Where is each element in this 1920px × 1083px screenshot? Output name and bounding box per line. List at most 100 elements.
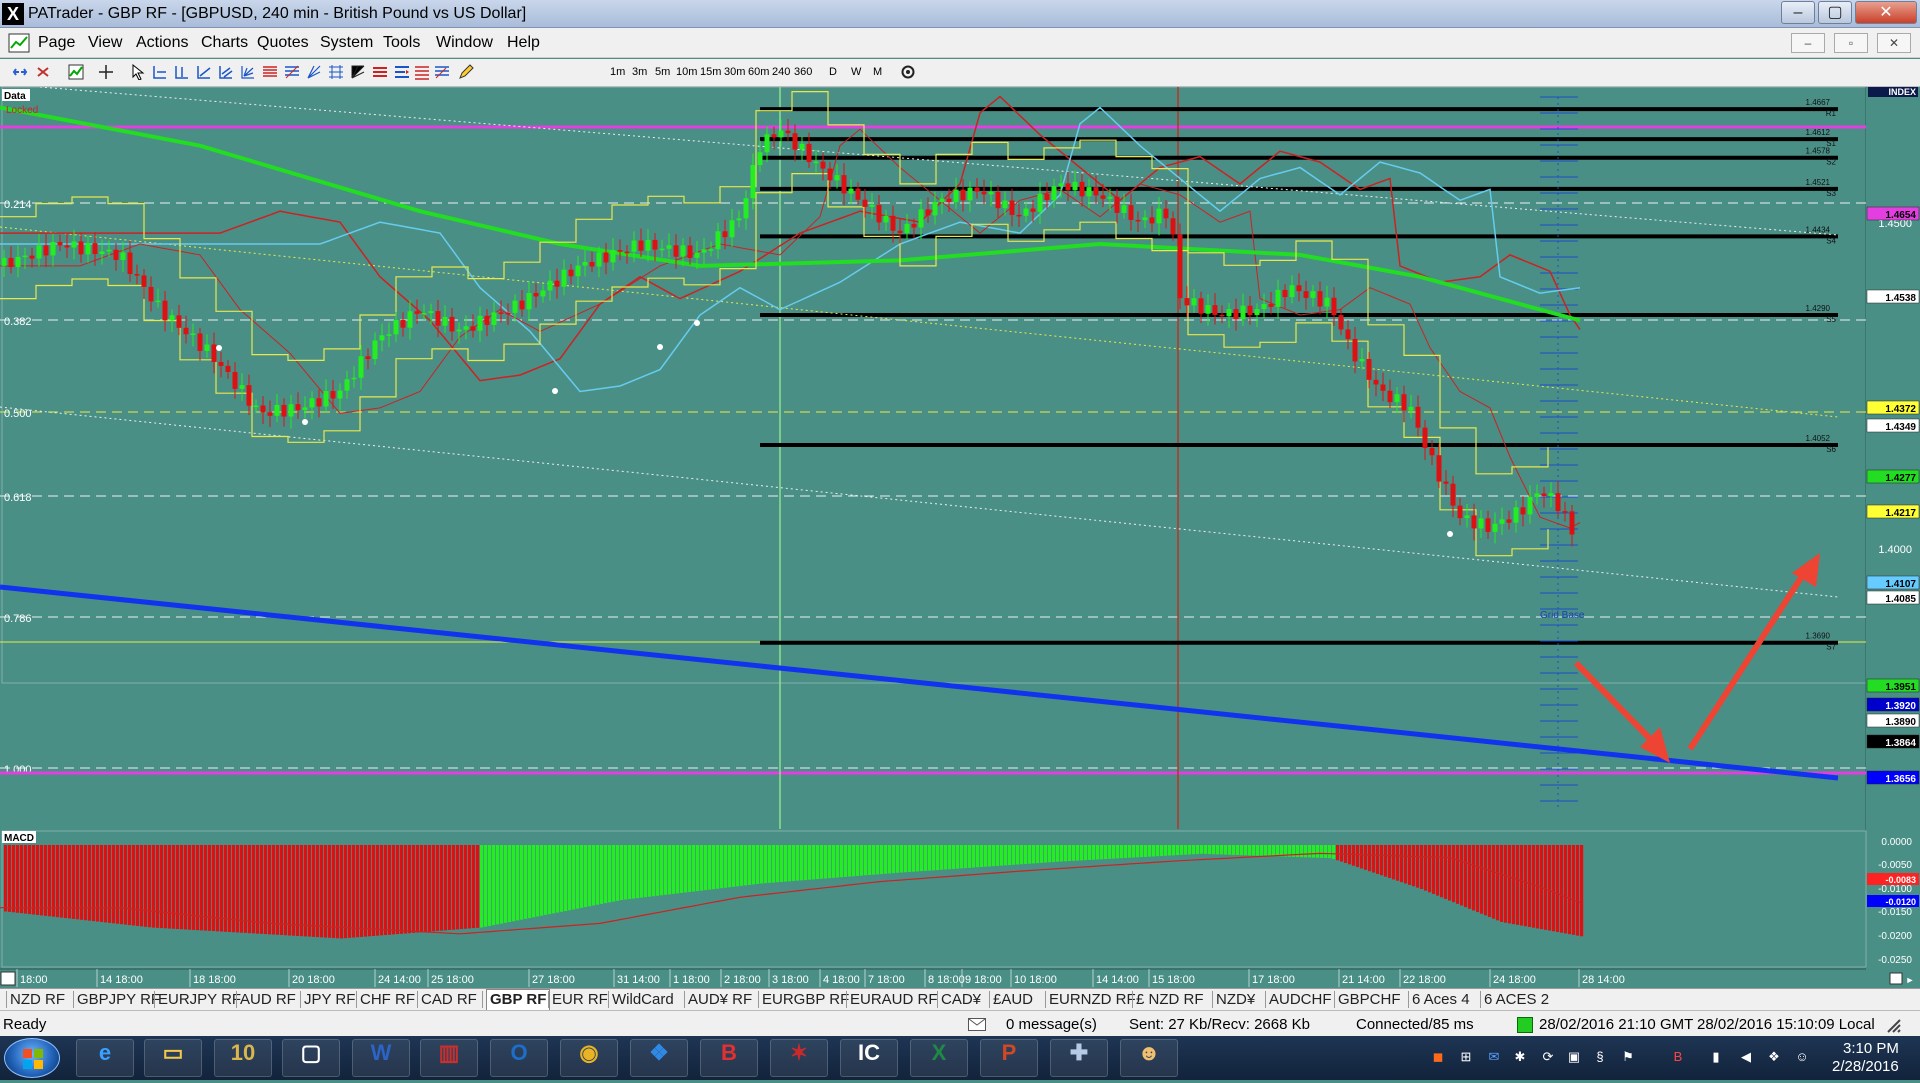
mdi-close-button[interactable]: ✕ bbox=[1877, 33, 1911, 53]
channel-tool-icon[interactable] bbox=[218, 64, 234, 80]
symbol-tab-aud-rf[interactable]: AUD¥ RF bbox=[688, 991, 752, 1008]
mdi-minimize-button[interactable]: – bbox=[1791, 33, 1825, 53]
menu-quotes[interactable]: Quotes bbox=[257, 34, 309, 52]
fib-ext-tool-icon[interactable] bbox=[284, 64, 300, 80]
bluetooth-tray-icon[interactable]: ✱ bbox=[1512, 1049, 1528, 1065]
taskbar-patrader-button[interactable]: ▥ bbox=[420, 1039, 478, 1077]
taskbar-ic-button[interactable]: IC bbox=[840, 1039, 898, 1077]
taskbar-ie-button[interactable]: e bbox=[76, 1039, 134, 1077]
symbol-tab-gbp-rf[interactable]: GBP RF bbox=[486, 989, 551, 1011]
trendline-tool-icon[interactable] bbox=[196, 64, 212, 80]
security-tray-icon[interactable]: § bbox=[1592, 1049, 1608, 1065]
taskbar-word-button[interactable]: W bbox=[352, 1039, 410, 1077]
taskbar-outlook-button[interactable]: O bbox=[490, 1039, 548, 1077]
symbol-tab-audchf[interactable]: AUDCHF bbox=[1269, 991, 1332, 1008]
link-icon[interactable] bbox=[12, 64, 28, 80]
taskbar-window-button[interactable]: ▢ bbox=[282, 1039, 340, 1077]
taskbar-dropbox-button[interactable]: ❖ bbox=[630, 1039, 688, 1077]
symbol-tab-cad[interactable]: CAD¥ bbox=[941, 991, 981, 1008]
pencil-tool-icon[interactable] bbox=[458, 64, 474, 80]
sync-tray-icon[interactable]: ⟳ bbox=[1540, 1049, 1556, 1065]
cursor-icon[interactable] bbox=[130, 64, 146, 80]
menu-tools[interactable]: Tools bbox=[383, 34, 420, 52]
levels-tool-icon[interactable] bbox=[394, 64, 410, 80]
maximize-button[interactable]: ▢ bbox=[1818, 1, 1852, 24]
time-scroll-button[interactable] bbox=[1889, 972, 1903, 985]
menu-actions[interactable]: Actions bbox=[136, 34, 188, 52]
symbol-tab-wildcard[interactable]: WildCard bbox=[612, 991, 674, 1008]
timeframe-360[interactable]: 360 bbox=[794, 66, 812, 78]
timeframe-240[interactable]: 240 bbox=[772, 66, 790, 78]
taskbar-excel-button[interactable]: X bbox=[910, 1039, 968, 1077]
timeframe-1m[interactable]: 1m bbox=[610, 66, 625, 78]
mail-icon[interactable] bbox=[968, 1018, 986, 1031]
period-monthly[interactable]: M bbox=[873, 66, 882, 78]
clock-time[interactable]: 3:10 PM bbox=[1843, 1040, 1899, 1057]
symbol-tab-eurgbp-rf[interactable]: EURGBP RF bbox=[762, 991, 849, 1008]
resize-grip-icon[interactable] bbox=[1884, 1016, 1902, 1034]
taskbar-people-button[interactable]: ☻ bbox=[1120, 1039, 1178, 1077]
symbol-tab-nzd-rf[interactable]: £ NZD RF bbox=[1136, 991, 1204, 1008]
menu-view[interactable]: View bbox=[88, 34, 122, 52]
chart-window-icon[interactable] bbox=[8, 33, 30, 53]
symbol-tab-eurnzd-rf[interactable]: EURNZD RF bbox=[1049, 991, 1136, 1008]
gann-tool-icon[interactable] bbox=[350, 64, 366, 80]
symbol-tab-cad-rf[interactable]: CAD RF bbox=[421, 991, 477, 1008]
period-daily[interactable]: D bbox=[829, 66, 837, 78]
price-chart[interactable]: 0.2140.3820.5000.6180.7861.0001.4667R11.… bbox=[0, 87, 1920, 987]
network-tray-icon[interactable]: ▮ bbox=[1708, 1049, 1724, 1065]
taskbar-calendar-button[interactable]: 10 bbox=[214, 1039, 272, 1077]
clipboard-tray-icon[interactable]: ▣ bbox=[1566, 1049, 1582, 1065]
time-scroll-left-button[interactable] bbox=[0, 971, 16, 986]
office-tray-icon[interactable]: ◼ bbox=[1430, 1049, 1446, 1065]
symbol-tab-aud-rf[interactable]: AUD RF bbox=[240, 991, 296, 1008]
clock-date[interactable]: 2/28/2016 bbox=[1832, 1058, 1899, 1075]
mdi-restore-button[interactable]: ▫ bbox=[1834, 33, 1868, 53]
cycle-lines-tool-icon[interactable] bbox=[414, 64, 430, 80]
symbol-tab-nzd-rf[interactable]: NZD RF bbox=[10, 991, 65, 1008]
cycles-tool-icon[interactable] bbox=[372, 64, 388, 80]
menu-charts[interactable]: Charts bbox=[201, 34, 248, 52]
menu-page[interactable]: Page bbox=[38, 34, 75, 52]
symbol-tab-chf-rf[interactable]: CHF RF bbox=[360, 991, 415, 1008]
people-tray-icon[interactable]: ☺ bbox=[1794, 1049, 1810, 1065]
timeframe-5m[interactable]: 5m bbox=[655, 66, 670, 78]
taskbar-b-button[interactable]: B bbox=[700, 1039, 758, 1077]
symbol-tab-euraud-rf[interactable]: EURAUD RF bbox=[850, 991, 938, 1008]
crosshair-icon[interactable] bbox=[98, 64, 114, 80]
taskbar-chrome-button[interactable]: ◉ bbox=[560, 1039, 618, 1077]
period-weekly[interactable]: W bbox=[851, 66, 861, 78]
timeframe-15m[interactable]: 15m bbox=[700, 66, 721, 78]
menu-system[interactable]: System bbox=[320, 34, 373, 52]
menu-help[interactable]: Help bbox=[507, 34, 540, 52]
grid-tool-icon[interactable] bbox=[328, 64, 344, 80]
fib-tool-icon[interactable] bbox=[262, 64, 278, 80]
symbol-tab-nzd[interactable]: NZD¥ bbox=[1216, 991, 1255, 1008]
timeframe-10m[interactable]: 10m bbox=[676, 66, 697, 78]
minimize-button[interactable]: – bbox=[1781, 1, 1815, 24]
chart-area[interactable]: 0.214 0.382 0.500 0.618 0.786 1.000 1.4667 R1 1.… bbox=[0, 87, 1920, 987]
symbol-tab-eurjpy-rf[interactable]: EURJPY RF bbox=[158, 991, 241, 1008]
symbol-tab-gbpchf[interactable]: GBPCHF bbox=[1338, 991, 1401, 1008]
symbol-tab-6-aces-2[interactable]: 6 ACES 2 bbox=[1484, 991, 1549, 1008]
timeframe-3m[interactable]: 3m bbox=[632, 66, 647, 78]
pitchfork-tool-icon[interactable] bbox=[240, 64, 256, 80]
timeframe-30m[interactable]: 30m bbox=[724, 66, 745, 78]
timeframe-60m[interactable]: 60m bbox=[748, 66, 769, 78]
horizontal-line-tool-icon[interactable] bbox=[152, 64, 168, 80]
refresh-icon[interactable] bbox=[900, 64, 916, 80]
symbol-tab-eur-rf[interactable]: EUR RF bbox=[552, 991, 608, 1008]
taskbar-powerpoint-button[interactable]: P bbox=[980, 1039, 1038, 1077]
fan-tool-icon[interactable] bbox=[306, 64, 322, 80]
symbol-tab-aud[interactable]: £AUD bbox=[993, 991, 1033, 1008]
vertical-line-tool-icon[interactable] bbox=[174, 64, 190, 80]
rays-tool-icon[interactable] bbox=[434, 64, 450, 80]
close-button[interactable]: ✕ bbox=[1855, 1, 1917, 24]
symbol-tab-gbpjpy-rf[interactable]: GBPJPY RF bbox=[77, 991, 160, 1008]
volume-tray-icon[interactable]: ◀ bbox=[1738, 1049, 1754, 1065]
outlook-tray-icon[interactable]: ✉ bbox=[1486, 1049, 1502, 1065]
taskbar-eagle-button[interactable]: ✶ bbox=[770, 1039, 828, 1077]
b-tray-icon[interactable]: B bbox=[1670, 1049, 1686, 1065]
status-messages[interactable]: 0 message(s) bbox=[1006, 1016, 1097, 1033]
flag-tray-icon[interactable]: ⚑ bbox=[1620, 1049, 1636, 1065]
